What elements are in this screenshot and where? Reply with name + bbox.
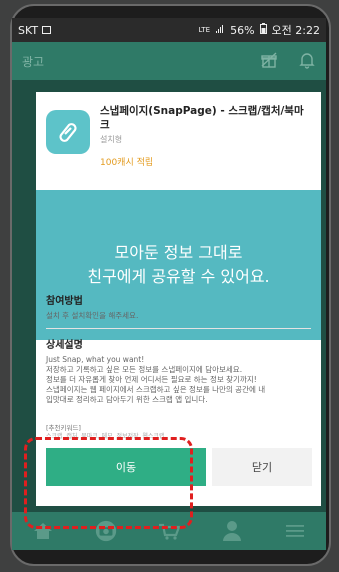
signal-icon: [215, 24, 225, 37]
carrier-label: SKT: [18, 23, 39, 37]
description-section: 상세설명 Just Snap, what you want! 저장하고 기록하고…: [46, 336, 311, 405]
battery-icon: [259, 23, 267, 37]
divider: [46, 328, 311, 329]
app-logo-icon: [46, 110, 90, 154]
bell-icon[interactable]: [298, 51, 316, 72]
highlight-annotation: [24, 437, 193, 529]
app-bar-title: 광고: [22, 54, 45, 69]
banner-line-2: 친구에게 공유할 수 있어요.: [87, 267, 270, 286]
banner-line-1: 모아둔 정보 그대로: [114, 243, 243, 262]
close-button[interactable]: 닫기: [212, 448, 312, 486]
person-icon[interactable]: [220, 519, 244, 543]
app-bar: 광고: [12, 42, 326, 80]
description-body: Just Snap, what you want! 저장하고 기록하고 싶은 모…: [46, 355, 266, 404]
menu-icon[interactable]: [283, 519, 307, 543]
app-header: 스냅페이지(SnapPage) - 스크랩/캡처/북마크 설치형 100캐시 적…: [36, 92, 321, 184]
network-label: LTE: [198, 26, 211, 34]
battery-percent: 56%: [230, 23, 255, 37]
reward-label: 100캐시 적립: [100, 158, 154, 168]
app-subtitle: 설치형: [100, 135, 123, 144]
participation-title: 참여방법: [46, 296, 83, 307]
description-title: 상세설명: [46, 340, 83, 351]
phone-frame: SKT LTE 56% 오전 2:22 광고 스냅페이지(SnapPage) -…: [0, 0, 339, 572]
participation-body: 설치 후 설치확인을 해주세요.: [46, 311, 139, 320]
time-label: 오전 2:22: [271, 24, 320, 37]
status-bar: SKT LTE 56% 오전 2:22: [12, 18, 326, 42]
gift-icon[interactable]: [260, 51, 278, 72]
participation-section: 참여방법 설치 후 설치확인을 해주세요.: [46, 292, 311, 321]
notification-icon: [42, 26, 52, 34]
app-title: 스냅페이지(SnapPage) - 스크랩/캡처/북마크: [100, 105, 304, 131]
